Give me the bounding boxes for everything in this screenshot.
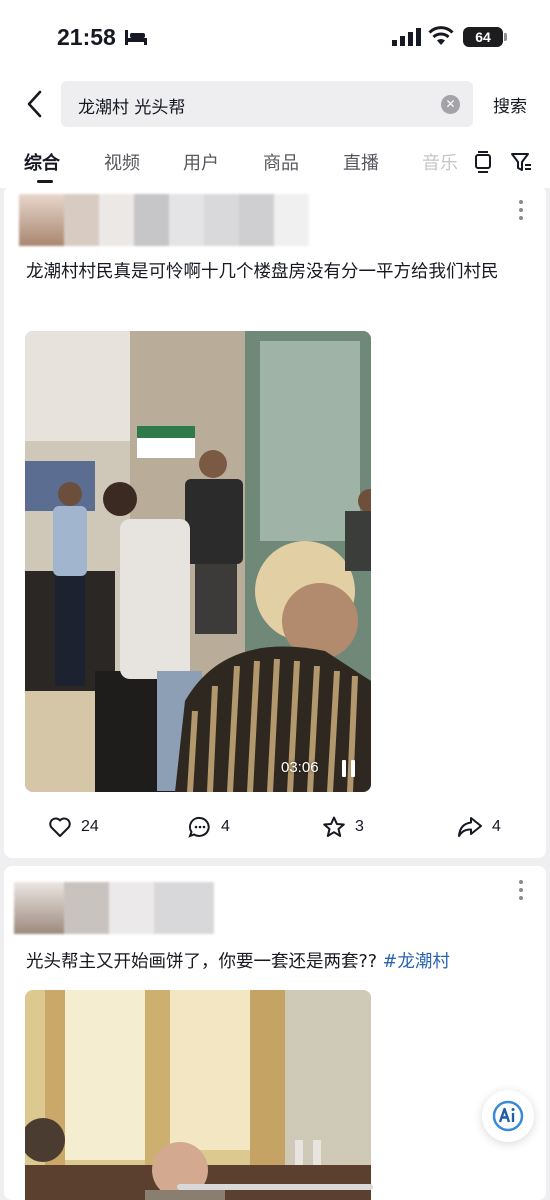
- video-scene-image: [25, 331, 371, 792]
- wifi-icon: [428, 26, 454, 45]
- post-actions: 24 4 3 4: [4, 816, 546, 846]
- home-indicator: [177, 1184, 373, 1190]
- tab-users[interactable]: 用户: [183, 149, 219, 175]
- status-bar: 21:58 64: [0, 0, 550, 70]
- tab-live[interactable]: 直播: [343, 149, 379, 175]
- tab-music[interactable]: 音乐: [422, 149, 458, 175]
- more-options-icon[interactable]: [518, 880, 524, 900]
- hashtag-link[interactable]: #龙潮村: [383, 952, 450, 972]
- active-tab-indicator: [37, 180, 53, 183]
- post-card[interactable]: 龙潮村村民真是可怜啊十几个楼盘房没有分一平方给我们村民 03:06 24 4 3…: [4, 186, 546, 858]
- post-text: 光头帮主又开始画饼了，你要一套还是两套?? #龙潮村: [26, 948, 526, 977]
- ai-icon: [492, 1100, 524, 1132]
- share-count: 4: [492, 818, 501, 835]
- comment-count: 4: [221, 818, 230, 835]
- battery-tip: [504, 33, 507, 41]
- tab-comprehensive[interactable]: 综合: [24, 149, 60, 175]
- screen-cast-icon[interactable]: [473, 151, 493, 173]
- search-button[interactable]: 搜索: [493, 92, 527, 117]
- filter-icon[interactable]: [510, 151, 532, 173]
- pause-icon[interactable]: [342, 760, 356, 777]
- favorite-button[interactable]: 3: [322, 816, 364, 838]
- video-thumbnail[interactable]: 03:06: [25, 331, 371, 792]
- share-arrow-icon: [458, 817, 482, 837]
- search-header: 龙潮村 光头帮 ✕ 搜索: [0, 70, 550, 136]
- post-text: 龙潮村村民真是可怜啊十几个楼盘房没有分一平方给我们村民: [26, 262, 499, 282]
- post-body-text: 光头帮主又开始画饼了，你要一套还是两套??: [26, 952, 378, 972]
- favorite-count: 3: [355, 818, 364, 835]
- video-scene-image: [25, 990, 371, 1200]
- post-card[interactable]: 光头帮主又开始画饼了，你要一套还是两套?? #龙潮村: [4, 866, 546, 1200]
- search-input[interactable]: 龙潮村 光头帮 ✕: [61, 81, 473, 127]
- sleep-focus-icon: [125, 30, 147, 45]
- more-options-icon[interactable]: [518, 200, 524, 220]
- star-icon: [323, 816, 345, 837]
- blurred-author-info: [19, 194, 309, 246]
- blurred-author-info: [14, 882, 214, 934]
- battery-indicator: 64: [463, 27, 503, 47]
- comment-icon: [188, 816, 210, 838]
- like-button[interactable]: 24: [48, 816, 99, 838]
- cellular-signal-icon: [392, 28, 421, 46]
- like-count: 24: [81, 818, 99, 835]
- tab-videos[interactable]: 视频: [104, 149, 140, 175]
- ai-assistant-button[interactable]: [482, 1090, 534, 1142]
- video-duration: 03:06: [281, 759, 319, 776]
- heart-icon: [49, 817, 71, 837]
- share-button[interactable]: 4: [457, 816, 501, 838]
- status-time: 21:58: [57, 24, 116, 50]
- tab-products[interactable]: 商品: [263, 149, 299, 175]
- video-thumbnail[interactable]: [25, 990, 371, 1200]
- search-tabs: 综合 视频 用户 商品 直播 音乐: [0, 136, 550, 188]
- back-button[interactable]: [20, 88, 48, 120]
- search-query-text: 龙潮村 光头帮: [78, 98, 186, 118]
- clear-icon[interactable]: ✕: [441, 95, 460, 114]
- chevron-left-icon: [27, 90, 42, 118]
- comment-button[interactable]: 4: [188, 816, 230, 838]
